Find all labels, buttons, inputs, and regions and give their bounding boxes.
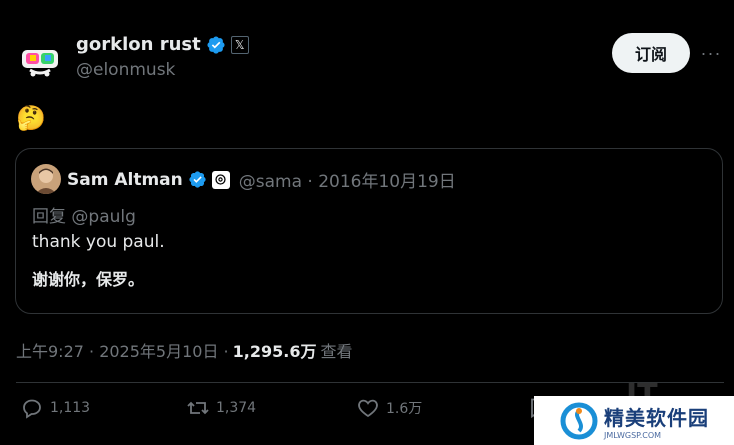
verified-badge-icon[interactable] [206, 35, 226, 55]
like-count: 1.6万 [386, 401, 423, 417]
post-timestamp-row: 上午9:27 · 2025年5月10日 · 1,295.6万 查看 [16, 338, 352, 362]
actions-divider [16, 382, 724, 383]
heart-icon [358, 399, 378, 418]
author-handle[interactable]: @elonmusk [76, 60, 175, 80]
quoted-name-row: Sam Altman @sama · 2016年10月19日 [67, 167, 456, 193]
repost-count: 1,374 [216, 400, 257, 416]
post-header: gorklon rust 𝕏 @elonmusk 订阅 ··· [16, 30, 724, 86]
site-watermark-logo: 精美软件园 JMLWGSP.COM [534, 396, 734, 445]
author-avatar[interactable] [16, 34, 64, 82]
reply-icon [23, 399, 41, 419]
site-logo-icon [560, 402, 598, 440]
quoted-author-avatar [31, 164, 61, 194]
openai-affiliation-icon [211, 170, 230, 189]
quoted-post[interactable]: Sam Altman @sama · 2016年10月19日 回复 @paulg… [15, 148, 723, 314]
reply-count: 1,113 [50, 400, 91, 416]
post-text: 🤔 [16, 105, 46, 132]
author-name-row: gorklon rust 𝕏 [76, 34, 249, 55]
more-options-icon[interactable]: ··· [698, 40, 724, 66]
views-label: 查看 [320, 342, 353, 361]
site-logo-subtitle: JMLWGSP.COM [604, 430, 662, 440]
reply-button[interactable]: 1,113 [20, 396, 90, 420]
like-button[interactable]: 1.6万 [356, 396, 422, 420]
quoted-verified-badge-icon [189, 171, 206, 188]
reply-to-label: 回复 @paulg [32, 207, 136, 227]
quoted-translation: 谢谢你，保罗。 [32, 270, 145, 289]
subscribe-button[interactable]: 订阅 [612, 33, 690, 73]
quoted-author-name: Sam Altman [67, 169, 183, 190]
site-logo-text: 精美软件园 JMLWGSP.COM [604, 402, 709, 440]
repost-button[interactable]: 1,374 [186, 396, 256, 420]
quoted-handle-date: @sama · 2016年10月19日 [238, 172, 456, 192]
x-affiliation-icon[interactable]: 𝕏 [230, 35, 249, 54]
post-time-date[interactable]: 上午9:27 · 2025年5月10日 · [16, 338, 229, 362]
author-display-name[interactable]: gorklon rust [76, 34, 201, 55]
site-logo-title: 精美软件园 [604, 405, 709, 430]
repost-icon [187, 401, 209, 415]
views-count: 1,295.6万 [232, 342, 317, 361]
quoted-text: thank you paul. [32, 232, 165, 252]
